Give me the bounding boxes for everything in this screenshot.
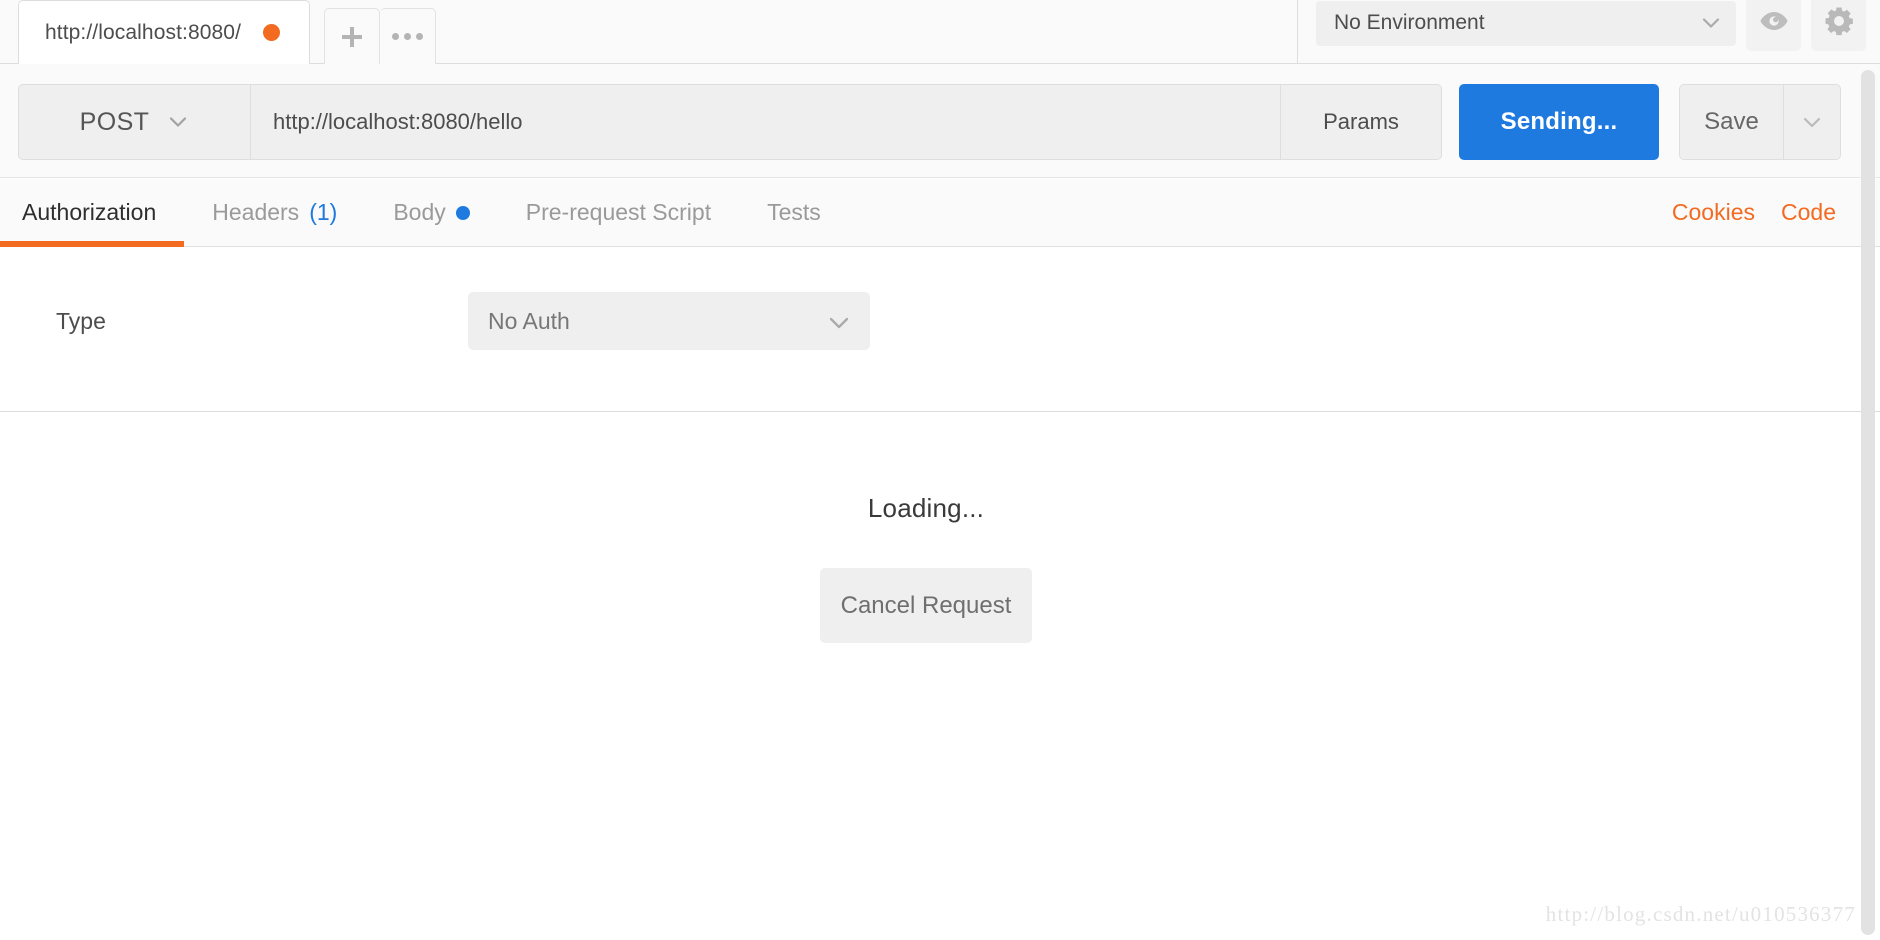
tab-tests[interactable]: Tests — [739, 179, 849, 247]
request-bar: POST http://localhost:8080/hello Params … — [18, 84, 1841, 160]
save-button-label: Save — [1704, 108, 1759, 135]
tab-authorization-label: Authorization — [22, 199, 157, 225]
response-loading-block: Loading... Cancel Request — [0, 493, 1852, 643]
cancel-request-button[interactable]: Cancel Request — [820, 568, 1032, 643]
method-select[interactable]: POST — [18, 84, 250, 160]
watermark-text: http://blog.csdn.net/u010536377 — [1545, 902, 1856, 926]
chevron-down-icon — [1700, 12, 1722, 34]
tab-strip-left: http://localhost:8080/ — [0, 0, 436, 64]
cookies-link[interactable]: Cookies — [1672, 199, 1755, 226]
chevron-down-icon — [826, 310, 849, 332]
unsaved-dot-icon — [263, 24, 280, 41]
code-link[interactable]: Code — [1781, 199, 1836, 226]
plus-icon — [342, 26, 362, 47]
send-button[interactable]: Sending... — [1459, 84, 1659, 160]
params-button[interactable]: Params — [1280, 84, 1442, 160]
request-section-tabs-list: Authorization Headers (1) Body Pre-reque… — [0, 179, 849, 247]
authorization-type-select[interactable]: No Auth — [468, 292, 870, 350]
request-bar-container: POST http://localhost:8080/hello Params … — [0, 64, 1880, 178]
tab-strip-right: No Environment — [1297, 0, 1880, 64]
authorization-pane: Type No Auth — [0, 248, 1880, 412]
authorization-type-value: No Auth — [488, 307, 570, 334]
request-tab-links: Cookies Code — [1672, 199, 1880, 226]
quick-look-button[interactable] — [1746, 0, 1801, 51]
tab-headers-count: (1) — [309, 199, 338, 225]
tab-tests-label: Tests — [767, 199, 821, 225]
tab-headers[interactable]: Headers (1) — [184, 179, 365, 247]
params-button-label: Params — [1323, 109, 1399, 134]
send-button-label: Sending... — [1500, 108, 1618, 135]
environment-select[interactable]: No Environment — [1316, 0, 1736, 46]
gear-icon — [1824, 6, 1854, 41]
new-tab-button[interactable] — [324, 8, 380, 64]
save-options-button[interactable] — [1783, 84, 1841, 160]
chevron-down-icon — [167, 111, 189, 133]
tab-pre-request-script-label: Pre-request Script — [525, 199, 712, 225]
tab-body-label: Body — [393, 199, 446, 225]
request-section-tabs: Authorization Headers (1) Body Pre-reque… — [0, 179, 1880, 247]
vertical-scrollbar[interactable] — [1861, 70, 1875, 935]
vertical-scrollbar-thumb[interactable] — [1861, 70, 1875, 935]
postman-window: http://localhost:8080/ No Environment PO… — [0, 0, 1880, 940]
url-input-value: http://localhost:8080/hello — [273, 109, 523, 134]
body-modified-dot-icon — [455, 205, 470, 220]
tab-authorization[interactable]: Authorization — [0, 179, 185, 247]
ellipsis-icon — [392, 33, 423, 40]
chevron-down-icon — [1801, 111, 1823, 133]
tab-strip: http://localhost:8080/ No Environment — [0, 0, 1880, 64]
loading-status-text: Loading... — [867, 493, 985, 523]
authorization-type-row: Type No Auth — [0, 292, 1880, 350]
save-button-group: Save — [1679, 84, 1841, 160]
settings-button[interactable] — [1811, 0, 1866, 51]
environment-select-value: No Environment — [1334, 11, 1485, 34]
authorization-type-label: Type — [56, 307, 106, 334]
tab-body[interactable]: Body — [365, 179, 497, 247]
save-button[interactable]: Save — [1679, 84, 1783, 160]
response-pane: Loading... Cancel Request — [0, 413, 1880, 940]
tab-pre-request-script[interactable]: Pre-request Script — [498, 179, 739, 247]
method-select-value: POST — [79, 107, 150, 136]
url-input[interactable]: http://localhost:8080/hello — [250, 84, 1280, 160]
tab-headers-label: Headers — [212, 199, 300, 225]
tab-strip-spacer — [436, 0, 1297, 63]
eye-icon — [1759, 10, 1789, 37]
request-tab-label: http://localhost:8080/ — [45, 20, 241, 44]
request-tab[interactable]: http://localhost:8080/ — [18, 0, 310, 64]
more-tabs-button[interactable] — [380, 8, 436, 64]
cancel-request-button-label: Cancel Request — [840, 591, 1012, 619]
